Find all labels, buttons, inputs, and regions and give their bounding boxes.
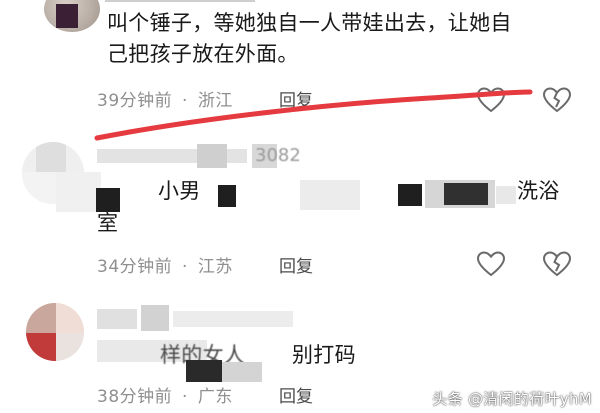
timestamp: 38分钟前 [97,387,173,407]
comment-text: 别打码 [292,343,356,367]
reply-button[interactable]: 回复 [279,252,313,277]
comment-meta: 34分钟前 · 江苏 [97,257,233,277]
avatar[interactable] [26,303,84,361]
comment-text: 小男 [158,179,201,203]
heart-outline-icon[interactable] [476,249,506,279]
mosaic-block [444,183,488,205]
comment-text-line: 叫个锤子，等她独自一人带娃出去，让她自 [107,11,512,35]
watermark-label: 头条 @清闲的荷叶yhM [432,390,592,408]
reply-button[interactable]: 回复 [279,86,313,111]
mosaic-block [496,186,516,204]
mosaic-block [222,362,262,382]
username [97,305,297,331]
heart-outline-icon[interactable] [476,85,506,115]
comment-meta: 39分钟前 · 浙江 [97,91,233,111]
comment-text: 室 [97,211,119,235]
location: 江苏 [197,257,233,277]
broken-heart-icon[interactable] [542,85,572,115]
mosaic-block [218,185,236,207]
comment-text: 叫个锤子，等她独自一人带娃出去，让她自 己把孩子放在外面。 [107,8,512,70]
timestamp: 34分钟前 [97,257,173,277]
timestamp: 39分钟前 [97,91,173,111]
username-tail: 3082 [255,145,301,166]
avatar[interactable] [44,0,100,32]
mosaic-block [186,360,222,382]
reply-button[interactable]: 回复 [279,382,313,407]
location: 广东 [197,387,233,407]
broken-heart-icon[interactable] [542,249,572,279]
comment-text: 洗浴 [517,179,560,203]
mosaic-block [300,180,360,210]
mosaic-block [398,184,422,206]
comment-text-line: 己把孩子放在外面。 [107,42,299,66]
comment-meta: 38分钟前 · 广东 [97,387,233,407]
username-mosaic [105,0,255,2]
mosaic-block [56,172,101,212]
location: 浙江 [197,91,233,111]
